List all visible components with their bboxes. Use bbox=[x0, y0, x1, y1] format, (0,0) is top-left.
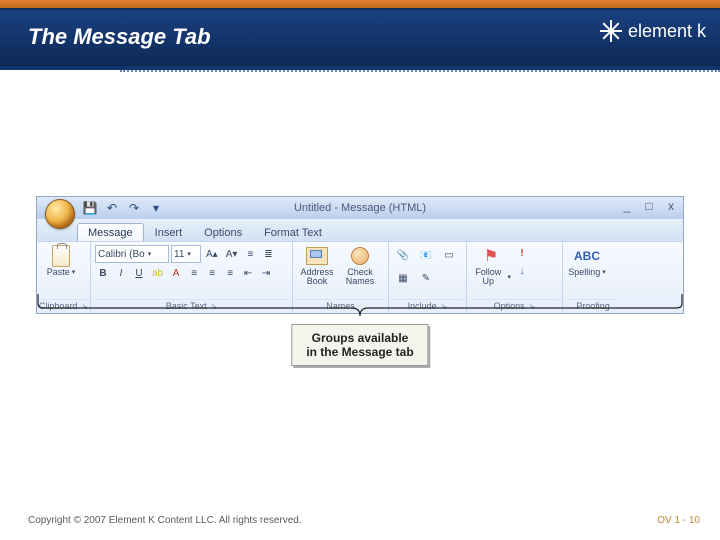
attach-file-button[interactable]: 📎 bbox=[393, 245, 413, 265]
save-icon[interactable]: 💾 bbox=[81, 199, 99, 217]
quick-access-toolbar: 💾 ↶ ↷ ▾ bbox=[81, 199, 165, 217]
chevron-down-icon: ▾ bbox=[72, 269, 76, 276]
address-book-icon bbox=[306, 247, 328, 265]
flag-icon: ⚑ bbox=[478, 245, 504, 267]
callout-line: Groups available bbox=[306, 331, 413, 345]
brace-annotation bbox=[36, 292, 684, 322]
bullets-button[interactable]: ≡ bbox=[242, 246, 258, 262]
page-title: The Message Tab bbox=[28, 24, 211, 50]
paste-button[interactable]: Paste▾ bbox=[41, 245, 81, 277]
tab-format-text[interactable]: Format Text bbox=[253, 223, 333, 241]
abc-check-icon: ABC bbox=[574, 245, 600, 267]
tab-options[interactable]: Options bbox=[193, 223, 253, 241]
redo-icon[interactable]: ↷ bbox=[125, 199, 143, 217]
highlight-button[interactable]: ab bbox=[149, 265, 166, 281]
align-center-button[interactable]: ≡ bbox=[204, 265, 220, 281]
clipboard-icon bbox=[52, 245, 70, 267]
header-dotted-rule bbox=[120, 64, 720, 72]
check-names-icon bbox=[351, 247, 369, 265]
follow-up-button[interactable]: ⚑ Follow Up▾ bbox=[471, 245, 511, 287]
grow-font-button[interactable]: A▴ bbox=[203, 246, 221, 262]
font-size-combo[interactable]: 11▾ bbox=[171, 245, 201, 263]
bold-button[interactable]: B bbox=[95, 265, 111, 281]
spelling-button[interactable]: ABC Spelling▾ bbox=[567, 245, 607, 277]
increase-indent-button[interactable]: ⇥ bbox=[258, 265, 274, 281]
align-right-button[interactable]: ≡ bbox=[222, 265, 238, 281]
qat-dropdown-icon[interactable]: ▾ bbox=[147, 199, 165, 217]
ribbon-tabbar: Message Insert Options Format Text bbox=[37, 219, 683, 241]
titlebar: 💾 ↶ ↷ ▾ Untitled - Message (HTML) _ □ x bbox=[37, 197, 683, 219]
italic-button[interactable]: I bbox=[113, 265, 129, 281]
decrease-indent-button[interactable]: ⇤ bbox=[240, 265, 256, 281]
font-name-combo[interactable]: Calibri (Bo▾ bbox=[95, 245, 169, 263]
signature-button[interactable]: ✎ bbox=[416, 268, 436, 288]
high-importance-button[interactable]: ! bbox=[514, 245, 530, 261]
brand-star-icon bbox=[600, 20, 622, 42]
brand-logo: element k bbox=[600, 20, 706, 42]
minimize-button[interactable]: _ bbox=[619, 199, 635, 213]
low-importance-button[interactable]: ↓ bbox=[514, 263, 530, 279]
address-book-button[interactable]: Address Book bbox=[297, 245, 337, 287]
business-card-button[interactable]: ▭ bbox=[439, 245, 459, 265]
close-button[interactable]: x bbox=[663, 199, 679, 213]
align-left-button[interactable]: ≡ bbox=[186, 265, 202, 281]
undo-icon[interactable]: ↶ bbox=[103, 199, 121, 217]
check-names-button[interactable]: Check Names bbox=[340, 245, 380, 287]
shrink-font-button[interactable]: A▾ bbox=[223, 246, 241, 262]
footer-pageno: OV 1 - 10 bbox=[657, 515, 700, 526]
attach-item-button[interactable]: 📧 bbox=[416, 245, 436, 265]
callout-box: Groups available in the Message tab bbox=[291, 324, 428, 366]
tab-insert[interactable]: Insert bbox=[144, 223, 194, 241]
underline-button[interactable]: U bbox=[131, 265, 147, 281]
maximize-button[interactable]: □ bbox=[641, 199, 657, 213]
callout-line: in the Message tab bbox=[306, 345, 413, 359]
office-button[interactable] bbox=[45, 199, 75, 229]
tab-message[interactable]: Message bbox=[77, 223, 144, 241]
font-color-button[interactable]: A bbox=[168, 265, 184, 281]
calendar-button[interactable]: ▦ bbox=[393, 268, 413, 288]
footer-copyright: Copyright © 2007 Element K Content LLC. … bbox=[28, 515, 302, 526]
header-accent-bar bbox=[0, 0, 720, 8]
window-title: Untitled - Message (HTML) bbox=[294, 202, 426, 214]
window-controls: _ □ x bbox=[619, 199, 679, 213]
brand-text: element k bbox=[628, 21, 706, 42]
numbering-button[interactable]: ≣ bbox=[260, 246, 276, 262]
